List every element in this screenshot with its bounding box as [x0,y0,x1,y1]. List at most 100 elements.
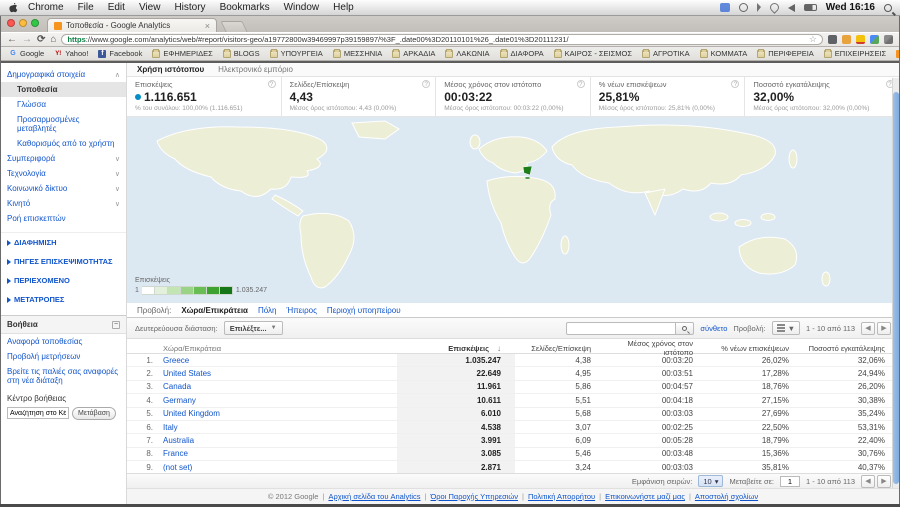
reload-button[interactable]: ⟳ [37,35,45,45]
bookmark-item[interactable]: Facebook [98,49,142,58]
metric-panel[interactable]: Μέσος χρόνος στον ιστότοπο 00:03:22 Μέσο… [436,77,591,116]
extension-icon[interactable] [870,35,879,44]
scrollbar-thumb[interactable] [893,92,899,484]
bookmark-item[interactable]: ΑΓΡΟΤΙΚΑ [642,49,690,58]
close-window-button[interactable] [7,19,15,27]
new-tab-button[interactable] [220,21,247,32]
help-search-go-button[interactable]: Μετάβαση [72,407,116,420]
footer-link[interactable]: Όροι Παροχής Υπηρεσιών [430,492,518,501]
help-link[interactable]: Βρείτε τις παλιές σας αναφορές στη νέα δ… [1,364,126,388]
bookmark-item[interactable]: ΛΑΚΩΝΙΑ [445,49,489,58]
minimize-window-button[interactable] [19,19,27,27]
wifi-icon[interactable] [768,1,781,14]
sidebar-nav-item[interactable]: Τοποθεσία [1,82,126,97]
bookmark-star-icon[interactable]: ☆ [809,34,817,45]
geo-map[interactable]: Επισκέψεις 1 1.035.247 [127,117,899,303]
footer-link[interactable]: Πολιτική Απορρήτου [528,492,595,501]
header-country[interactable]: Χώρα/Επικράτεια [157,344,397,353]
menu-item[interactable]: Bookmarks [220,2,270,13]
country-link[interactable]: Italy [157,423,397,432]
next-page-button[interactable]: ▶ [877,322,891,335]
country-link[interactable]: France [157,449,397,458]
browser-tab[interactable]: Τοποθεσία - Google Analytics × [47,18,217,32]
help-question-icon[interactable]: ? [268,80,276,88]
menu-item[interactable]: View [139,2,161,13]
bookmark-item[interactable]: BLOGS [223,49,260,58]
sidebar-nav-item[interactable]: Καθορισμός από το χρήστη [1,136,126,151]
tab-close-icon[interactable]: × [205,22,210,30]
country-link[interactable]: United Kingdom [157,409,397,418]
sidebar-nav-item[interactable]: Δημογραφικά στοιχεία ∧ [1,67,126,82]
report-tab[interactable]: Χρήση ιστότοπου [137,65,204,74]
sidebar-section-item[interactable]: ΔΙΑΦΗΜΙΣΗ [1,233,126,252]
bookmark-item[interactable]: ΚΟΜΜΑΤΑ [700,49,748,58]
table-search-input[interactable] [566,322,676,335]
prev-page-button[interactable]: ◀ [861,475,875,488]
country-link[interactable]: Australia [157,436,397,445]
collapse-icon[interactable]: − [112,321,120,329]
spotlight-icon[interactable] [884,4,892,12]
help-question-icon[interactable]: ? [577,80,585,88]
view-option[interactable]: Πόλη [258,306,277,315]
address-bar[interactable]: https ://www.google.com/analytics/web/#r… [61,34,823,45]
help-question-icon[interactable]: ? [731,80,739,88]
bookmark-item[interactable]: ΥΠΟΥΡΓΕΙΑ [270,49,323,58]
home-button[interactable]: ⌂ [50,35,56,45]
metric-panel[interactable]: Σελίδες/Επίσκεψη 4,43 Μέσος όρος ιστότοπ… [282,77,437,116]
menu-item[interactable]: Window [284,2,320,13]
apple-icon[interactable] [8,3,18,13]
menu-item[interactable]: Chrome [28,2,64,13]
bookmark-item[interactable]: ΚΑΙΡΟΣ - ΣΕΙΣΜΟΣ [554,49,632,58]
help-question-icon[interactable]: ? [422,80,430,88]
table-search-button[interactable] [676,322,694,335]
volume-icon[interactable] [788,4,795,12]
country-link[interactable]: Germany [157,396,397,405]
sidebar-section-item[interactable]: ΠΕΡΙΕΧΟΜΕΝΟ [1,271,126,290]
country-link[interactable]: United States [157,369,397,378]
sidebar-nav-item[interactable]: Κοινωνικό δίκτυο ∨ [1,181,126,196]
bluetooth-icon[interactable] [757,3,761,12]
sidebar-nav-item[interactable]: Κινητό ∨ [1,196,126,211]
help-link[interactable]: Αναφορά τοποθεσίας [1,334,126,349]
view-option[interactable]: Χώρα/Επικράτεια [181,306,248,315]
country-link[interactable]: (not set) [157,463,397,472]
help-link[interactable]: Προβολή μετρήσεων [1,349,126,364]
bookmark-item[interactable]: ΕΠΙΧΕΙΡΗΣΕΙΣ [824,49,886,58]
sync-icon[interactable] [720,3,730,12]
table-view-select[interactable]: ▼ [772,321,800,335]
prev-page-button[interactable]: ◀ [861,322,875,335]
advanced-filter-link[interactable]: σύνθετο [700,324,727,333]
bookmark-item[interactable]: ΑΡΚΑΔΙΑ [392,49,435,58]
sidebar-nav-item[interactable]: Τεχνολογία ∨ [1,166,126,181]
forward-button[interactable]: → [22,35,32,45]
sidebar-nav-item[interactable]: Συμπεριφορά ∨ [1,151,126,166]
view-option[interactable]: Περιοχή υποηπείρου [327,306,401,315]
wrench-menu-icon[interactable] [884,35,893,44]
view-option[interactable]: Ήπειρος [287,306,317,315]
menu-item[interactable]: History [174,2,205,13]
country-link[interactable]: Greece [157,356,397,365]
extension-icon[interactable] [828,35,837,44]
metric-panel[interactable]: % νέων επισκέψεων 25,81% Μέσος όρος ιστό… [591,77,746,116]
footer-link[interactable]: Αποστολή σχολίων [695,492,758,501]
extension-icon[interactable] [856,35,865,44]
sidebar-nav-item[interactable]: Γλώσσα [1,97,126,112]
metric-panel[interactable]: Επισκέψεις 1.116.651 % του συνόλου: 100,… [127,77,282,116]
sidebar-nav-item[interactable]: Ροή επισκεπτών [1,211,126,226]
bookmark-item[interactable]: ΜΕΣΣΗΝΙΑ [333,49,382,58]
back-button[interactable]: ← [7,35,17,45]
menu-item[interactable]: Help [333,2,354,13]
rows-per-page-select[interactable]: 10 ▾ [698,475,723,487]
secondary-dimension-select[interactable]: Επιλέξτε... ▼ [224,321,283,335]
battery-icon[interactable] [804,4,817,11]
sidebar-section-item[interactable]: ΠΗΓΕΣ ΕΠΙΣΚΕΨΙΜΟΤΗΤΑΣ [1,252,126,271]
goto-page-input[interactable] [780,476,800,487]
vertical-scrollbar[interactable] [892,78,899,488]
sidebar-nav-item[interactable]: Προσαρμοσμένες μεταβλητές [1,112,126,136]
footer-link[interactable]: Επικοινωνήστε μαζί μας [605,492,685,501]
sidebar-section-item[interactable]: ΜΕΤΑΤΡΟΠΕΣ [1,290,126,309]
bookmark-item[interactable]: ΔΙΑΦΟΡΑ [500,49,544,58]
bookmark-item[interactable]: Analytics [896,49,899,58]
metric-panel[interactable]: Ποσοστό εγκατάλειψης 32,00% Μέσος όρος ι… [745,77,899,116]
next-page-button[interactable]: ▶ [877,475,891,488]
